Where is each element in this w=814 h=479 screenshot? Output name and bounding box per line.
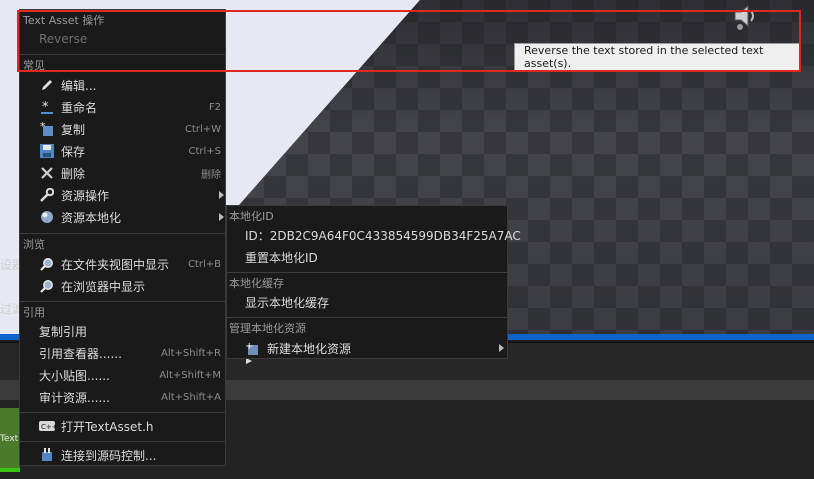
menu-item-delete-label: 删除	[61, 166, 86, 181]
menu-item-delete[interactable]: 删除 删除	[20, 162, 225, 184]
submenu-arrow-icon	[219, 191, 224, 199]
submenu-item-localization-id[interactable]: ID：2DB2C9A64F0C433854599DB34F25A7AC	[227, 224, 521, 246]
menu-item-connect-source-control-label: 连接到源码控制...	[61, 448, 157, 463]
tooltip-text: Reverse the text stored in the selected …	[524, 44, 764, 70]
cpp-file-icon: C++	[39, 418, 55, 434]
rename-asterisk-icon: *	[39, 99, 55, 115]
menu-separator	[20, 441, 225, 442]
source-control-plug-icon	[39, 447, 55, 463]
new-localized-asset-icon: +	[245, 340, 261, 356]
menu-item-reference-viewer-label: 引用查看器......	[39, 346, 122, 361]
magnifier-icon	[39, 278, 55, 294]
svg-text:+: +	[245, 341, 253, 352]
menu-item-asset-localization-label: 资源本地化	[61, 210, 122, 225]
submenu-item-show-localization-cache[interactable]: 显示本地化缓存	[227, 291, 507, 313]
menu-separator	[20, 412, 225, 413]
submenu-item-reset-localization-id-label: 重置本地化ID	[245, 250, 318, 265]
menu-item-show-in-folder-view[interactable]: 在文件夹视图中显示 Ctrl+B	[20, 253, 225, 275]
submenu-item-show-localization-cache-label: 显示本地化缓存	[245, 295, 330, 310]
menu-item-rename-label: 重命名	[61, 100, 98, 115]
menu-item-reference-viewer-shortcut: Alt+Shift+R	[161, 347, 221, 359]
menu-item-edit[interactable]: 编辑...	[20, 74, 225, 96]
menu-item-duplicate[interactable]: * 复制 Ctrl+W	[20, 118, 225, 140]
audio-speaker-icon[interactable]	[730, 2, 760, 32]
globe-icon	[39, 209, 55, 225]
menu-item-show-in-folder-view-label: 在文件夹视图中显示	[61, 257, 170, 272]
menu-separator	[20, 54, 225, 55]
menu-item-show-in-folder-view-shortcut: Ctrl+B	[187, 258, 221, 270]
menu-item-show-in-explorer[interactable]: 在浏览器中显示	[20, 275, 225, 297]
magnifier-icon	[39, 256, 55, 272]
submenu-arrow-icon	[219, 213, 224, 221]
menu-item-delete-shortcut: 删除	[201, 169, 221, 181]
pencil-icon	[39, 77, 55, 93]
menu-item-show-in-explorer-label: 在浏览器中显示	[61, 279, 146, 294]
menu-item-audit-assets-shortcut: Alt+Shift+A	[161, 391, 221, 403]
submenu-item-new-localized-asset[interactable]: + 新建本地化资源	[227, 337, 507, 359]
menu-item-size-map[interactable]: 大小贴图...... Alt+Shift+M	[20, 364, 225, 386]
menu-item-save-shortcut: Ctrl+S	[188, 145, 221, 157]
menu-item-reverse-label: Reverse	[39, 32, 88, 46]
wrench-icon	[39, 187, 55, 203]
menu-item-edit-label: 编辑...	[61, 78, 97, 93]
submenu-item-new-localized-asset-label: 新建本地化资源	[267, 341, 352, 356]
section-header-browse: 浏览	[23, 238, 45, 251]
menu-item-copy-reference-label: 复制引用	[39, 324, 88, 339]
section-header-text-asset: Text Asset 操作	[23, 14, 105, 27]
save-floppy-icon	[39, 143, 55, 159]
menu-item-save[interactable]: 保存 Ctrl+S	[20, 140, 225, 162]
section-header-common: 常见	[23, 59, 45, 72]
menu-separator	[227, 317, 507, 318]
submenu-item-reset-localization-id[interactable]: 重置本地化ID	[227, 246, 507, 268]
section-header-reference: 引用	[23, 306, 45, 319]
section-header-localization-id: 本地化ID	[229, 210, 274, 223]
menu-item-open-header[interactable]: C++ 打开TextAsset.h	[20, 415, 225, 437]
menu-item-asset-actions[interactable]: 资源操作	[20, 184, 225, 206]
menu-item-save-label: 保存	[61, 144, 86, 159]
submenu-arrow-icon	[499, 344, 504, 352]
menu-item-rename-shortcut: F2	[208, 101, 221, 113]
menu-item-reverse[interactable]: Reverse	[20, 28, 225, 50]
asset-localization-submenu: 本地化ID ID：2DB2C9A64F0C433854599DB34F25A7A…	[226, 205, 521, 359]
menu-item-audit-assets-label: 审计资源......	[39, 390, 110, 405]
svg-text:C++: C++	[41, 423, 55, 431]
menu-item-copy-reference[interactable]: 复制引用	[20, 320, 225, 342]
menu-item-asset-actions-label: 资源操作	[61, 188, 110, 203]
menu-item-connect-source-control[interactable]: 连接到源码控制...	[20, 444, 225, 466]
section-header-localization-cache: 本地化缓存	[229, 277, 284, 290]
svg-text:*: *	[40, 121, 46, 133]
menu-separator	[20, 233, 225, 234]
menu-item-duplicate-label: 复制	[61, 122, 86, 137]
reverse-tooltip: Reverse the text stored in the selected …	[514, 43, 800, 71]
menu-separator	[20, 301, 225, 302]
asset-context-menu: Text Asset 操作 Reverse 常见 编辑... * 重命名 F2 …	[19, 9, 226, 466]
menu-separator	[227, 272, 507, 273]
asset-thumbnail-label: Text Asset	[0, 434, 20, 444]
menu-item-asset-localization[interactable]: 资源本地化	[20, 206, 225, 228]
menu-item-reference-viewer[interactable]: 引用查看器...... Alt+Shift+R	[20, 342, 225, 364]
menu-item-duplicate-shortcut: Ctrl+W	[184, 123, 221, 135]
menu-item-size-map-shortcut: Alt+Shift+M	[159, 369, 221, 381]
menu-item-open-header-label: 打开TextAsset.h	[61, 419, 154, 434]
menu-item-size-map-label: 大小贴图......	[39, 368, 110, 383]
menu-item-rename[interactable]: * 重命名 F2	[20, 96, 225, 118]
duplicate-icon: *	[39, 121, 55, 137]
section-header-manage-localization-assets: 管理本地化资源	[229, 322, 306, 335]
submenu-item-localization-id-label: ID：2DB2C9A64F0C433854599DB34F25A7AC	[245, 228, 521, 243]
delete-x-icon	[39, 165, 55, 181]
menu-item-audit-assets[interactable]: 审计资源...... Alt+Shift+A	[20, 386, 225, 408]
